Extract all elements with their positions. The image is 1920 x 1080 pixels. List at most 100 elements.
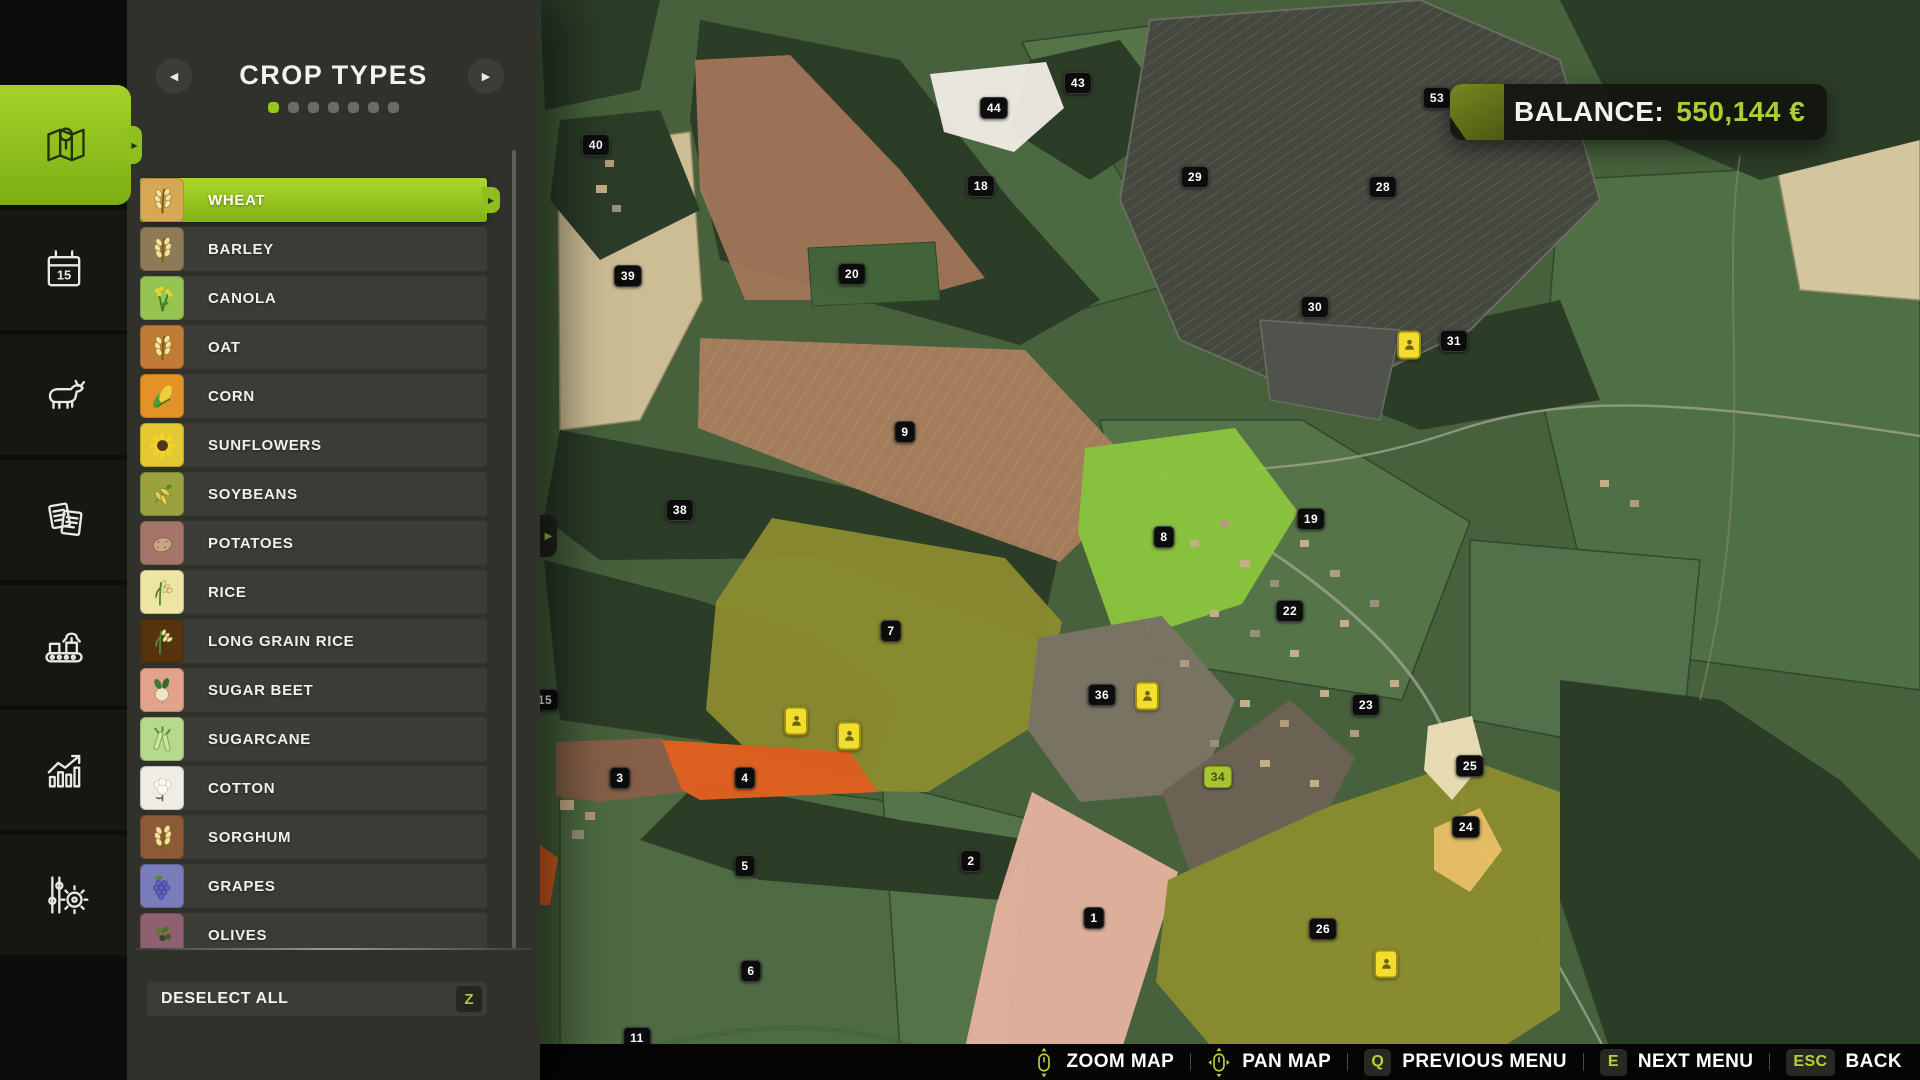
crop-row-canola[interactable]: CANOLA: [140, 276, 487, 320]
field-badge-28[interactable]: 28: [1369, 176, 1397, 198]
crop-row-sugarcane[interactable]: SUGARCANE: [140, 717, 487, 761]
control-label: PAN MAP: [1242, 1051, 1331, 1073]
keycap-q: Q: [1364, 1049, 1391, 1076]
field-badge-25[interactable]: 25: [1456, 755, 1484, 777]
crop-row-rice[interactable]: RICE: [140, 570, 487, 614]
balance-display: BALANCE: 550,144 €: [1450, 84, 1827, 140]
map-badge-layer: 4044431829285320393031938819227362315342…: [540, 0, 1920, 1080]
crop-row-soybeans[interactable]: SOYBEANS: [140, 472, 487, 516]
pager-next-button[interactable]: ▶: [468, 58, 504, 94]
pager-dots: [127, 102, 540, 113]
crop-row-sugar-beet[interactable]: SUGAR BEET: [140, 668, 487, 712]
crop-list-scrollbar[interactable]: [512, 150, 516, 948]
crop-label: SUGAR BEET: [208, 682, 313, 699]
collectible-marker-icon[interactable]: [1397, 331, 1421, 360]
oat-icon: [140, 325, 184, 369]
field-badge-20[interactable]: 20: [838, 263, 866, 285]
crop-label: BARLEY: [208, 241, 274, 258]
grapes-icon: [140, 864, 184, 908]
field-badge-53[interactable]: 53: [1423, 87, 1451, 109]
crop-row-grapes[interactable]: GRAPES: [140, 864, 487, 908]
field-badge-3[interactable]: 3: [609, 767, 630, 789]
active-tab-arrow-icon[interactable]: ▶: [127, 126, 142, 164]
field-badge-4[interactable]: 4: [734, 767, 755, 789]
field-badge-8[interactable]: 8: [1153, 526, 1174, 548]
wheat-icon: [140, 178, 184, 222]
barley-icon: [140, 227, 184, 271]
control-next-menu[interactable]: ENEXT MENU: [1600, 1049, 1754, 1076]
sidebar-tab-contracts[interactable]: [0, 460, 127, 580]
separator: [1190, 1053, 1191, 1071]
field-badge-44[interactable]: 44: [980, 97, 1008, 119]
crop-label: LONG GRAIN RICE: [208, 633, 354, 650]
field-badge-22[interactable]: 22: [1276, 600, 1304, 622]
crop-label: WHEAT: [208, 192, 265, 209]
sidebar-tab-calendar[interactable]: [0, 210, 127, 330]
crop-label: GRAPES: [208, 878, 276, 895]
crop-row-sunflowers[interactable]: SUNFLOWERS: [140, 423, 487, 467]
field-badge-19[interactable]: 19: [1297, 508, 1325, 530]
map-icon: [38, 117, 94, 173]
crop-row-wheat[interactable]: WHEAT▶: [140, 178, 487, 222]
field-badge-39[interactable]: 39: [614, 265, 642, 287]
sidebar-tab-map[interactable]: [0, 85, 131, 205]
soybeans-icon: [140, 472, 184, 516]
field-badge-2[interactable]: 2: [960, 850, 981, 872]
corn-icon: [140, 374, 184, 418]
control-previous-menu[interactable]: QPREVIOUS MENU: [1364, 1049, 1567, 1076]
collectible-marker-icon[interactable]: [1135, 682, 1159, 711]
deselect-all-label: DESELECT ALL: [161, 990, 289, 1008]
crop-row-corn[interactable]: CORN: [140, 374, 487, 418]
crop-types-panel: ◀ CROP TYPES ▶ WHEAT▶BARLEYCANOLAOATCORN…: [127, 0, 540, 1080]
pager-dot: [388, 102, 399, 113]
crop-label: SUGARCANE: [208, 731, 311, 748]
field-badge-9[interactable]: 9: [894, 421, 915, 443]
sidebar-tab-animals[interactable]: [0, 335, 127, 455]
field-badge-38[interactable]: 38: [666, 499, 694, 521]
field-badge-31[interactable]: 31: [1440, 330, 1468, 352]
field-badge-26[interactable]: 26: [1309, 918, 1337, 940]
crop-row-olives[interactable]: OLIVES: [140, 913, 487, 948]
field-badge-23[interactable]: 23: [1352, 694, 1380, 716]
field-badge-18[interactable]: 18: [967, 175, 995, 197]
list-divider: [135, 948, 532, 950]
field-badge-34[interactable]: 34: [1204, 766, 1232, 788]
calendar-icon: [36, 242, 92, 298]
control-label: NEXT MENU: [1638, 1051, 1754, 1073]
crop-label: OLIVES: [208, 927, 267, 944]
panel-collapse-arrow-icon[interactable]: ▶: [540, 515, 557, 557]
deselect-all-button[interactable]: DESELECT ALL Z: [147, 982, 487, 1016]
collectible-marker-icon[interactable]: [1374, 950, 1398, 979]
field-badge-24[interactable]: 24: [1452, 816, 1480, 838]
crop-row-long-grain-rice[interactable]: LONG GRAIN RICE: [140, 619, 487, 663]
crop-row-cotton[interactable]: COTTON: [140, 766, 487, 810]
sidebar-tab-production[interactable]: [0, 585, 127, 705]
bottom-controls: ZOOM MAP PAN MAP QPREVIOUS MENU ENEXT MENU E…: [1032, 1046, 1902, 1079]
crop-row-sorghum[interactable]: SORGHUM: [140, 815, 487, 859]
potatoes-icon: [140, 521, 184, 565]
balance-value: 550,144 €: [1676, 96, 1805, 128]
field-badge-7[interactable]: 7: [880, 620, 901, 642]
mouse-pan-icon: [1207, 1046, 1231, 1079]
sidebar-tab-statistics[interactable]: [0, 710, 127, 830]
field-badge-6[interactable]: 6: [740, 960, 761, 982]
field-badge-30[interactable]: 30: [1301, 296, 1329, 318]
collectible-marker-icon[interactable]: [784, 707, 808, 736]
crop-row-barley[interactable]: BARLEY: [140, 227, 487, 271]
control-pan-map[interactable]: PAN MAP: [1207, 1046, 1331, 1079]
collectible-marker-icon[interactable]: [837, 722, 861, 751]
field-badge-40[interactable]: 40: [582, 134, 610, 156]
contracts-icon: [36, 492, 92, 548]
crop-row-potatoes[interactable]: POTATOES: [140, 521, 487, 565]
field-badge-1[interactable]: 1: [1083, 907, 1104, 929]
sidebar-tab-settings[interactable]: [0, 835, 127, 955]
field-badge-29[interactable]: 29: [1181, 166, 1209, 188]
control-zoom-map[interactable]: ZOOM MAP: [1032, 1046, 1175, 1079]
crop-row-oat[interactable]: OAT: [140, 325, 487, 369]
control-back[interactable]: ESCBACK: [1786, 1049, 1902, 1076]
crop-label: RICE: [208, 584, 247, 601]
field-badge-36[interactable]: 36: [1088, 684, 1116, 706]
field-badge-5[interactable]: 5: [734, 855, 755, 877]
crop-label: SORGHUM: [208, 829, 291, 846]
field-badge-43[interactable]: 43: [1064, 72, 1092, 94]
